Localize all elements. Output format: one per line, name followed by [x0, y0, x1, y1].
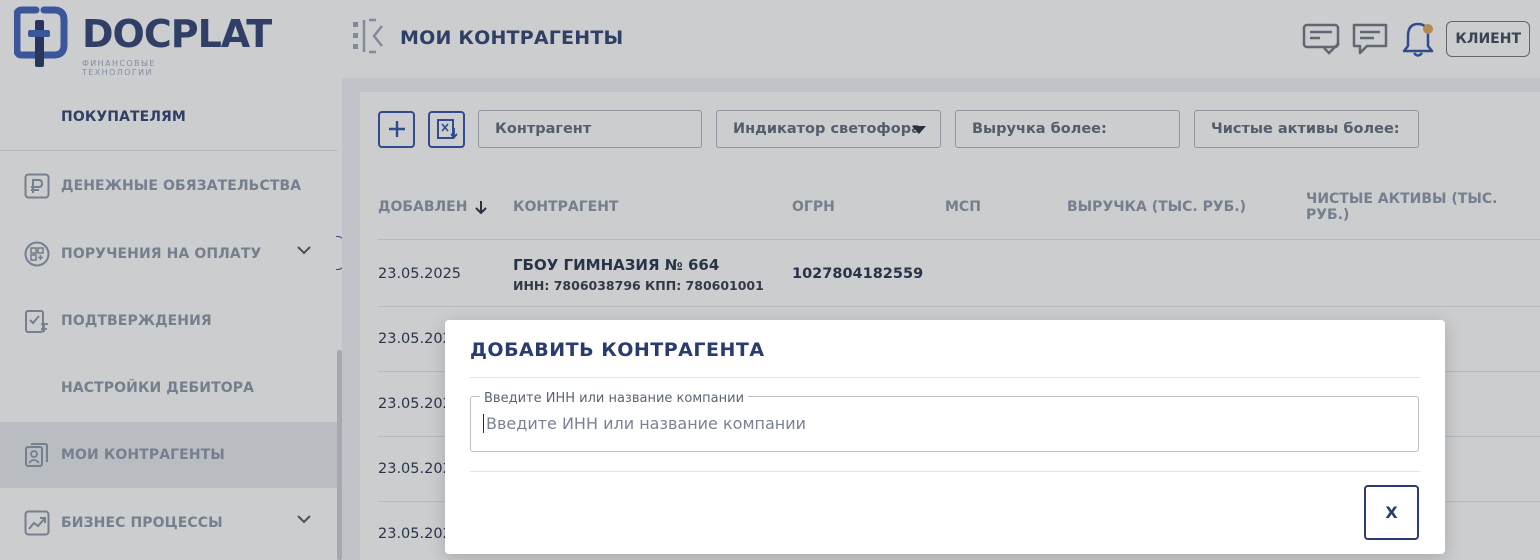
inn-search-label: Введите ИНН или название компании [480, 391, 749, 406]
dialog-divider [470, 377, 1420, 378]
dialog-title: ДОБАВИТЬ КОНТРАГЕНТА [470, 339, 765, 361]
add-counterparty-dialog: ДОБАВИТЬ КОНТРАГЕНТА Введите ИНН или наз… [445, 320, 1445, 554]
inn-search-field[interactable]: Введите ИНН или название компании [470, 391, 1419, 452]
dialog-divider [470, 471, 1420, 472]
close-dialog-button[interactable]: X [1364, 485, 1419, 540]
inn-search-input[interactable] [483, 414, 1403, 433]
